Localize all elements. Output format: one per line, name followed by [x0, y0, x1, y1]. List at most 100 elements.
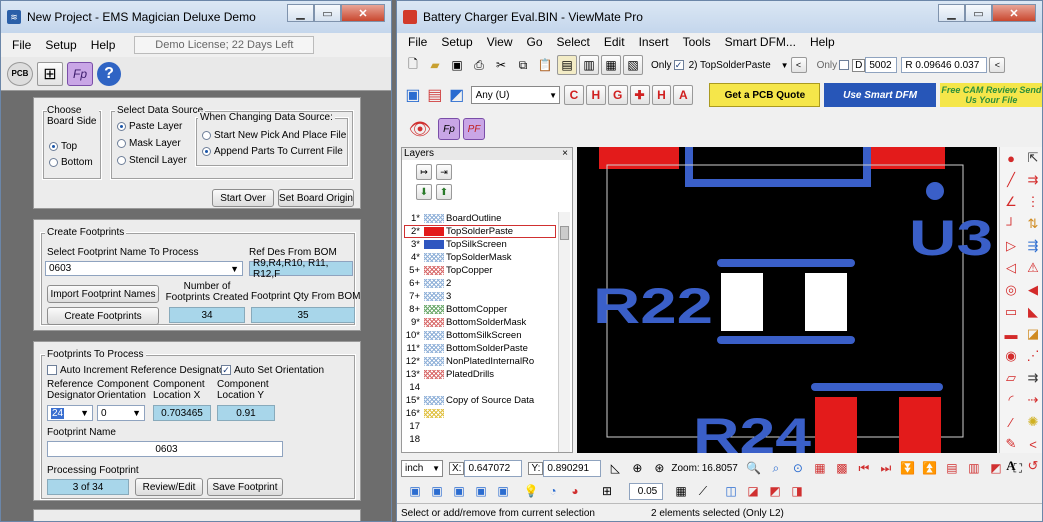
- fp-button[interactable]: Fp: [438, 118, 460, 140]
- panel-icon[interactable]: ▣: [403, 85, 423, 105]
- pcb-icon[interactable]: PCB: [7, 61, 33, 86]
- refdes-bom-field[interactable]: R9,R4,R10, R11, R12,F: [249, 258, 353, 280]
- dims-tool-icon[interactable]: ⇢: [1022, 389, 1042, 411]
- pointer-tool-icon[interactable]: ⇱: [1022, 147, 1042, 169]
- save-icon[interactable]: ▣: [447, 55, 467, 75]
- zoom-window-icon[interactable]: ⌕: [766, 458, 786, 478]
- pen-tool-icon[interactable]: ✎: [1000, 433, 1022, 455]
- stack-alt-icon[interactable]: ▥: [964, 458, 984, 478]
- layer-row[interactable]: 8+ BottomCopper: [404, 303, 556, 316]
- new-file-icon[interactable]: 🗋: [403, 55, 423, 75]
- measure-icon[interactable]: ◺: [605, 458, 625, 478]
- vm-menu-edit[interactable]: Edit: [597, 35, 632, 49]
- layer-row[interactable]: 14: [404, 381, 556, 394]
- print-icon[interactable]: ⎙: [469, 55, 489, 75]
- y-coord-field[interactable]: 0.890291: [543, 459, 602, 477]
- select-shape-2-icon[interactable]: ◪: [743, 481, 763, 501]
- layer-next-icon[interactable]: ⏭: [876, 458, 896, 478]
- g-filter-button[interactable]: G: [607, 85, 628, 105]
- fill-rect-icon[interactable]: ▬: [1000, 323, 1022, 345]
- open-folder-icon[interactable]: ▰: [425, 55, 445, 75]
- fp-icon[interactable]: Fp: [67, 61, 93, 86]
- equals-tool-icon[interactable]: ⇉: [1022, 367, 1042, 389]
- layer-up-icon[interactable]: ⏫: [920, 458, 940, 478]
- viewmate-maximize-button[interactable]: ▭: [965, 4, 992, 22]
- dual-tool-icon[interactable]: ⋰: [1022, 345, 1042, 367]
- net-icon-2[interactable]: ▣: [427, 481, 447, 501]
- swap-tool-icon[interactable]: ⇅: [1022, 213, 1042, 235]
- free-cam-review-button[interactable]: Free CAM Review Send Us Your File: [939, 83, 1042, 107]
- triangle-tool-icon[interactable]: ▷: [1000, 235, 1022, 257]
- rect-tool-icon[interactable]: ▭: [1000, 301, 1022, 323]
- smart-dfm-button[interactable]: Use Smart DFM: [824, 83, 936, 107]
- polygon-tool-icon[interactable]: ▱: [1000, 367, 1022, 389]
- save-footprint-button[interactable]: Save Footprint: [207, 478, 283, 496]
- layer-row[interactable]: 17: [404, 420, 556, 433]
- vm-menu-select[interactable]: Select: [550, 35, 597, 49]
- orientation-select[interactable]: 0 ▼: [97, 405, 145, 421]
- menu-setup[interactable]: Setup: [38, 38, 83, 52]
- route-tool-icon[interactable]: ⇶: [1022, 235, 1042, 257]
- stack-icon[interactable]: ▤: [942, 458, 962, 478]
- crosshair-icon[interactable]: ⊕: [627, 458, 647, 478]
- flip-icon[interactable]: ◩: [986, 458, 1006, 478]
- x-coord-field[interactable]: 0.647072: [464, 459, 523, 477]
- layer-row[interactable]: 11* BottomSolderPaste: [404, 342, 556, 355]
- via-filter-button[interactable]: H: [651, 85, 672, 105]
- net-icon-5[interactable]: ▣: [493, 481, 513, 501]
- arrow-tool-icon[interactable]: ◁: [1000, 257, 1022, 279]
- layer-toggle-icon[interactable]: ▥: [579, 55, 599, 75]
- select-shape-1-icon[interactable]: ◫: [721, 481, 741, 501]
- layer-row[interactable]: 10* BottomSilkScreen: [404, 329, 556, 342]
- prev-layer-button[interactable]: <: [790, 57, 807, 73]
- radio-top[interactable]: Top: [49, 141, 77, 152]
- measure-grid-icon[interactable]: ▦: [671, 481, 691, 501]
- grid-icon[interactable]: ⊞: [37, 61, 63, 86]
- move-layer-down-icon[interactable]: ⬇: [416, 184, 432, 200]
- layer-mode-icon[interactable]: ▦: [601, 55, 621, 75]
- d-code-field[interactable]: 5002: [865, 57, 898, 73]
- start-over-button[interactable]: Start Over: [212, 189, 274, 207]
- unit-select[interactable]: inch ▼: [401, 459, 443, 477]
- vm-menu-file[interactable]: File: [401, 35, 434, 49]
- select-filter-dropdown[interactable]: Any (U) ▼: [470, 86, 560, 104]
- move-right-icon[interactable]: ⇉: [1022, 169, 1042, 191]
- layer-row[interactable]: 12* NonPlatedInternalRo: [404, 355, 556, 368]
- menu-help[interactable]: Help: [84, 38, 123, 52]
- arc-tool-icon[interactable]: ◜: [1000, 389, 1022, 411]
- minimize-button[interactable]: ▁: [287, 4, 314, 22]
- import-footprint-names-button[interactable]: Import Footprint Names: [47, 285, 159, 303]
- zoom-in-icon[interactable]: 🔍: [744, 458, 764, 478]
- line-tool-icon[interactable]: ╱: [1000, 169, 1022, 191]
- cut-icon[interactable]: ✂: [491, 55, 511, 75]
- eye-icon[interactable]: 👁: [407, 119, 433, 139]
- table-icon[interactable]: ▤: [425, 85, 445, 105]
- select-shape-4-icon[interactable]: ◨: [787, 481, 807, 501]
- vm-menu-go[interactable]: Go: [520, 35, 550, 49]
- only-checkbox-1[interactable]: Only ✓: [651, 60, 687, 71]
- layer-prev-icon[interactable]: ⏮: [854, 458, 874, 478]
- grid-alt-icon[interactable]: ▩: [832, 458, 852, 478]
- maximize-button[interactable]: ▭: [314, 4, 341, 22]
- a-filter-button[interactable]: A: [673, 85, 694, 105]
- radio-bottom[interactable]: Bottom: [49, 157, 93, 168]
- snap-icon[interactable]: ⊛: [649, 458, 669, 478]
- radio-mask-layer[interactable]: Mask Layer: [117, 138, 181, 149]
- viewmate-close-button[interactable]: ✕: [992, 4, 1036, 22]
- point-tool-icon[interactable]: ●: [1000, 147, 1022, 169]
- create-footprints-button[interactable]: Create Footprints: [47, 307, 159, 325]
- bulb-off-icon[interactable]: ◔: [543, 481, 563, 501]
- only-checkbox-2[interactable]: Only: [817, 60, 853, 71]
- layer-row[interactable]: 1* BoardOutline: [404, 212, 556, 225]
- paste-icon[interactable]: 📋: [535, 55, 555, 75]
- radio-append[interactable]: Append Parts To Current File: [202, 146, 343, 157]
- zoom-all-icon[interactable]: ⊙: [788, 458, 808, 478]
- aperture-prev-button[interactable]: <: [989, 57, 1006, 73]
- layer-row[interactable]: 2* TopSolderPaste: [404, 225, 556, 238]
- footprint-name-select[interactable]: 0603 ▼: [45, 261, 243, 276]
- close-button[interactable]: ✕: [341, 4, 385, 22]
- vm-menu-tools[interactable]: Tools: [676, 35, 718, 49]
- pf-button[interactable]: PF: [463, 118, 485, 140]
- vm-menu-smart-dfm[interactable]: Smart DFM...: [718, 35, 803, 49]
- dots-tool-icon[interactable]: ⋮: [1022, 191, 1042, 213]
